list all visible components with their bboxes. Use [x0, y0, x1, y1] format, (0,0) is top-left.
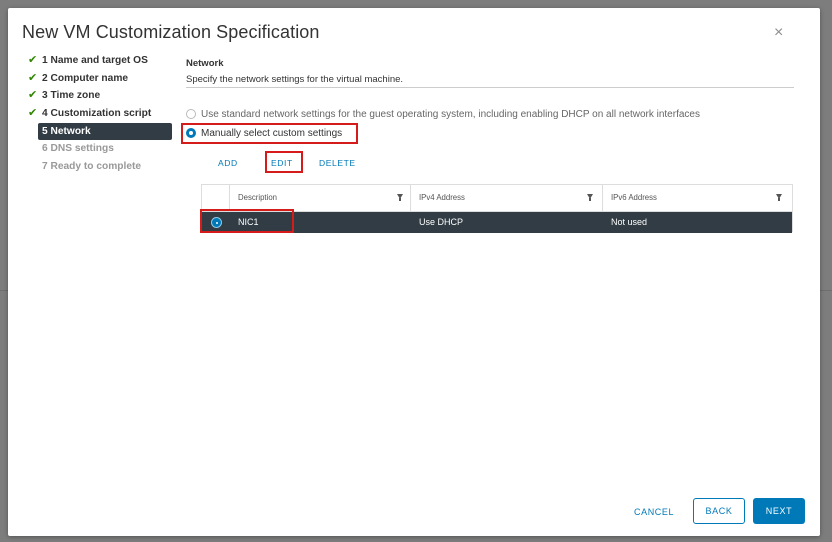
cell-ipv6: Not used: [611, 217, 648, 227]
step-ready-to-complete: 7 Ready to complete: [26, 158, 174, 176]
check-icon: ✔: [28, 71, 38, 84]
wizard-steps: ✔ 1 Name and target OS ✔ 2 Computer name…: [26, 52, 174, 176]
column-label: IPv6 Address: [611, 193, 657, 202]
step-time-zone[interactable]: ✔ 3 Time zone: [26, 87, 174, 105]
radio-standard-label: Use standard network settings for the gu…: [201, 108, 700, 120]
step-dns-settings: 6 DNS settings: [26, 140, 174, 158]
step-label: 2 Computer name: [42, 72, 129, 84]
filter-icon[interactable]: [397, 194, 403, 201]
delete-button[interactable]: DELETE: [319, 158, 356, 168]
cancel-button[interactable]: CANCEL: [634, 507, 674, 517]
column-label: Description: [238, 193, 277, 202]
highlight-custom-settings: [181, 123, 358, 144]
close-icon[interactable]: ×: [774, 25, 783, 41]
cell-ipv4: Use DHCP: [419, 217, 464, 227]
step-label: 5 Network: [42, 125, 91, 137]
radio-standard-settings[interactable]: Use standard network settings for the gu…: [186, 106, 700, 122]
select-column-header: [202, 185, 230, 211]
column-header-ipv4[interactable]: IPv4 Address: [411, 185, 603, 211]
filter-icon[interactable]: [587, 194, 593, 201]
step-label: 4 Customization script: [42, 108, 152, 120]
step-label: 3 Time zone: [42, 90, 101, 102]
step-computer-name[interactable]: ✔ 2 Computer name: [26, 70, 174, 88]
next-button[interactable]: NEXT: [753, 498, 805, 524]
section-description: Specify the network settings for the vir…: [186, 74, 404, 85]
highlight-nic1-row: [200, 209, 294, 233]
grid-header: Description IPv4 Address IPv6 Address: [202, 185, 792, 212]
dialog-title: New VM Customization Specification: [22, 22, 320, 42]
network-section-header: Network Specify the network settings for…: [186, 58, 794, 85]
check-icon: ✔: [28, 89, 38, 102]
filter-icon[interactable]: [776, 194, 782, 201]
customization-dialog: New VM Customization Specification × ✔ 1…: [8, 8, 820, 536]
step-label: 6 DNS settings: [42, 143, 114, 155]
step-label: 7 Ready to complete: [42, 161, 142, 173]
check-icon: ✔: [28, 54, 38, 66]
section-title: Network: [186, 58, 224, 69]
check-icon: ✔: [28, 107, 38, 120]
step-network[interactable]: 5 Network: [38, 122, 172, 141]
column-header-ipv6[interactable]: IPv6 Address: [603, 185, 792, 211]
add-button[interactable]: ADD: [218, 158, 238, 168]
back-button[interactable]: BACK: [693, 498, 745, 524]
highlight-edit-button: [265, 151, 303, 173]
step-customization-script[interactable]: ✔ 4 Customization script: [26, 105, 174, 123]
section-divider: [186, 87, 794, 88]
radio-unchecked-icon[interactable]: [186, 109, 196, 119]
step-name-and-target-os[interactable]: ✔ 1 Name and target OS: [26, 52, 174, 70]
step-label: 1 Name and target OS: [42, 55, 148, 66]
column-header-description[interactable]: Description: [230, 185, 411, 211]
column-label: IPv4 Address: [419, 193, 465, 202]
